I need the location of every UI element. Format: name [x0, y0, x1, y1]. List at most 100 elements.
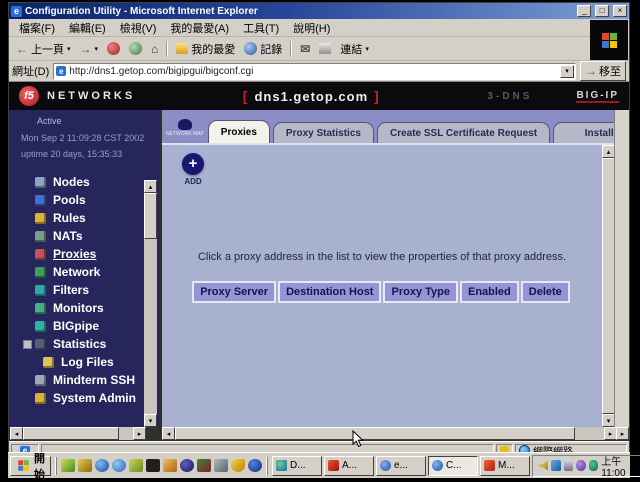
- main-horizontal-scrollbar[interactable]: ◂ ▸: [162, 427, 617, 440]
- update-icon[interactable]: [576, 460, 585, 471]
- sidebar-item-rules[interactable]: Rules: [9, 209, 159, 227]
- sidebar-item-log-files[interactable]: Log Files: [9, 353, 159, 371]
- task-button-1[interactable]: D...: [272, 456, 322, 476]
- quick-launch-icon[interactable]: [129, 459, 143, 472]
- sidebar-item-statistics[interactable]: Statistics: [9, 335, 159, 353]
- quick-launch-icon[interactable]: [95, 459, 109, 472]
- scroll-right-icon[interactable]: ▸: [616, 427, 629, 440]
- tab-install-ssl-certificate[interactable]: Install SSL Certifi: [553, 122, 615, 143]
- scrollbar-thumb[interactable]: [175, 427, 575, 440]
- mindterm-ssh-icon: [35, 375, 46, 386]
- mouse-cursor: [352, 430, 364, 448]
- links-button[interactable]: 連結 ▾: [337, 40, 372, 58]
- quick-launch-icon[interactable]: [163, 459, 177, 472]
- sidebar-item-mindterm-ssh[interactable]: Mindterm SSH: [9, 371, 159, 389]
- forward-button[interactable]: → ▾: [77, 42, 102, 56]
- tab-proxies[interactable]: Proxies: [208, 120, 270, 143]
- taskbar-divider: [55, 457, 57, 475]
- mail-button[interactable]: ✉: [297, 42, 313, 56]
- address-dropdown-button[interactable]: ▾: [560, 65, 574, 78]
- quick-launch-icon[interactable]: [231, 459, 245, 472]
- maximize-button[interactable]: □: [595, 5, 609, 17]
- scroll-right-icon[interactable]: ▸: [133, 427, 146, 440]
- sidebar-item-bigpipe[interactable]: BIGpipe: [9, 317, 159, 335]
- quick-launch-icon[interactable]: [248, 459, 262, 472]
- plus-icon[interactable]: +: [182, 153, 204, 175]
- menu-tools[interactable]: 工具(T): [237, 19, 285, 37]
- display-icon[interactable]: [564, 460, 573, 471]
- favorites-button[interactable]: 我的最愛: [173, 40, 238, 58]
- sidebar-vertical-scrollbar[interactable]: ▴ ▾: [144, 180, 157, 427]
- sidebar-item-nats[interactable]: NATs: [9, 227, 159, 245]
- taskbar-clock[interactable]: 上午 11:00: [601, 453, 638, 479]
- scrollbar-thumb[interactable]: [23, 427, 119, 440]
- mail-icon: ✉: [300, 43, 310, 55]
- go-button[interactable]: → 移至: [580, 61, 626, 81]
- back-dropdown-icon[interactable]: ▾: [67, 45, 71, 53]
- menu-help[interactable]: 說明(H): [287, 19, 336, 37]
- task-button-3[interactable]: e...: [376, 456, 426, 476]
- scroll-left-icon[interactable]: ◂: [162, 427, 175, 440]
- close-button[interactable]: ×: [613, 5, 627, 17]
- sidebar-item-monitors[interactable]: Monitors: [9, 299, 159, 317]
- tab-proxy-statistics[interactable]: Proxy Statistics: [273, 122, 374, 143]
- network-icon: [35, 267, 46, 278]
- task-button-2[interactable]: A...: [324, 456, 374, 476]
- history-button[interactable]: 記錄: [241, 40, 285, 58]
- corner-scroll-button[interactable]: ▸: [616, 427, 629, 440]
- add-proxy-button[interactable]: + ADD: [178, 153, 208, 186]
- menu-view[interactable]: 檢視(V): [114, 19, 163, 37]
- quick-launch-icon[interactable]: [146, 459, 160, 472]
- network-status-icon[interactable]: [589, 460, 598, 471]
- menu-favorites[interactable]: 我的最愛(A): [164, 19, 235, 37]
- taskbar: 開始 D... A... e...: [8, 452, 630, 478]
- back-button[interactable]: ← 上一頁 ▾: [13, 40, 74, 58]
- scroll-left-icon[interactable]: ◂: [10, 427, 23, 440]
- volume-icon[interactable]: [539, 460, 548, 471]
- menu-file[interactable]: 檔案(F): [13, 19, 61, 37]
- task-button-5[interactable]: M...: [480, 456, 530, 476]
- hostname-text: dns1.getop.com: [254, 89, 368, 104]
- sidebar-nav: Nodes Pools Rules NATs Proxies Network F…: [9, 173, 159, 407]
- sidebar-item-proxies[interactable]: Proxies: [9, 245, 159, 263]
- sidebar-item-pools[interactable]: Pools: [9, 191, 159, 209]
- add-label: ADD: [178, 177, 208, 186]
- f5-brand-text: NETWORKS: [47, 90, 135, 102]
- print-button[interactable]: [316, 42, 334, 55]
- start-button[interactable]: 開始: [10, 456, 51, 476]
- sidebar-horizontal-scrollbar[interactable]: ◂ ▸: [10, 427, 146, 440]
- task-button-4-active[interactable]: C...: [428, 456, 478, 476]
- toolbar-separator: [166, 41, 168, 57]
- quick-launch-icon[interactable]: [78, 459, 92, 472]
- rules-icon: [35, 213, 46, 224]
- quick-launch-icon[interactable]: [180, 459, 194, 472]
- forward-dropdown-icon[interactable]: ▾: [95, 45, 99, 53]
- nats-icon: [35, 231, 46, 242]
- scroll-up-icon[interactable]: ▴: [144, 180, 157, 193]
- quick-launch-icon[interactable]: [197, 459, 211, 472]
- address-input[interactable]: [69, 66, 560, 77]
- sidebar-item-system-admin[interactable]: System Admin: [9, 389, 159, 407]
- scroll-down-icon[interactable]: ▾: [144, 414, 157, 427]
- quick-launch-icon[interactable]: [112, 459, 126, 472]
- quick-launch-icon[interactable]: [214, 459, 228, 472]
- sidebar-item-nodes[interactable]: Nodes: [9, 173, 159, 191]
- minimize-button[interactable]: _: [577, 5, 591, 17]
- refresh-button[interactable]: [126, 41, 145, 56]
- menu-edit[interactable]: 編輯(E): [63, 19, 112, 37]
- quick-launch-icon[interactable]: [61, 459, 75, 472]
- stop-button[interactable]: [104, 41, 123, 56]
- go-arrow-icon: →: [585, 64, 597, 78]
- network-map-button[interactable]: NETWORK MAP: [166, 115, 204, 141]
- messenger-icon[interactable]: [551, 460, 560, 471]
- menu-bar: 檔案(F) 編輯(E) 檢視(V) 我的最愛(A) 工具(T) 說明(H): [9, 19, 629, 37]
- scrollbar-thumb[interactable]: [144, 193, 157, 239]
- expand-icon[interactable]: [23, 340, 32, 349]
- tab-create-ssl-certificate-request[interactable]: Create SSL Certificate Request: [377, 122, 550, 143]
- sidebar-item-network[interactable]: Network: [9, 263, 159, 281]
- sidebar-item-filters[interactable]: Filters: [9, 281, 159, 299]
- ie-window-icon: e: [11, 6, 22, 17]
- pools-icon: [35, 195, 46, 206]
- home-button[interactable]: ⌂: [148, 42, 161, 56]
- column-proxy-type: Proxy Type: [383, 281, 458, 303]
